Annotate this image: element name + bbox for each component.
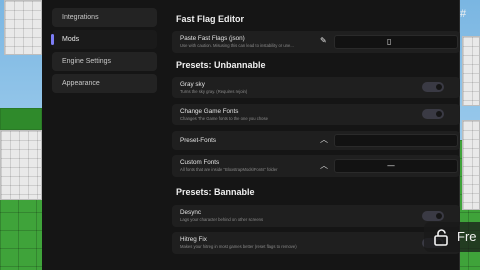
desync-row: Desync Lags your character behind on oth… (172, 205, 460, 227)
overlay-hash-label: # (460, 8, 467, 20)
sidebar-item-mods[interactable]: Mods (51, 30, 157, 49)
row-description: Makes your hitreg in most games better (… (180, 244, 297, 249)
game-block (0, 108, 42, 130)
game-block (462, 120, 480, 210)
active-indicator (51, 34, 54, 45)
custom-fonts-value: — (387, 161, 395, 170)
row-title: Desync (180, 209, 201, 216)
row-description: Turns the sky gray. (Requires rejoin) (180, 89, 248, 94)
section-title-bannable: Presets: Bannable (176, 187, 255, 197)
row-title: Paste Fast Flags (json) (180, 35, 245, 42)
lock-icon (434, 229, 448, 246)
change-game-fonts-row: Change Game Fonts Changes The Game fonts… (172, 104, 460, 125)
row-description: All fonts that are inside "BloxstrapMods… (180, 167, 278, 172)
page-title: Fast Flag Editor (176, 14, 245, 24)
preset-fonts-row: Preset-Fonts ︿ (172, 131, 460, 150)
game-block (0, 130, 42, 200)
paste-flags-input[interactable]: ▯ (334, 35, 458, 49)
row-title: Change Game Fonts (180, 108, 239, 115)
sidebar-item-integrations[interactable]: Integrations (52, 8, 157, 27)
preset-fonts-dropdown[interactable] (334, 134, 458, 147)
custom-fonts-row: Custom Fonts All fonts that are inside "… (172, 155, 460, 177)
game-block (462, 36, 480, 106)
game-block (4, 0, 42, 55)
mods-content: Fast Flag Editor Paste Fast Flags (json)… (172, 0, 460, 270)
sidebar-item-label: Mods (62, 36, 80, 43)
gray-sky-row: Gray sky Turns the sky gray. (Requires r… (172, 77, 460, 98)
chevron-up-icon[interactable]: ︿ (320, 162, 328, 170)
free-button[interactable]: Fre (424, 222, 480, 252)
sidebar-item-label: Engine Settings (62, 58, 112, 65)
paste-flags-row: Paste Fast Flags (json) Use with caution… (172, 31, 460, 53)
sidebar-item-engine-settings[interactable]: Engine Settings (52, 52, 157, 71)
sidebar-item-label: Integrations (62, 14, 99, 21)
row-title: Gray sky (180, 81, 205, 88)
custom-fonts-dropdown[interactable]: — (334, 159, 458, 173)
hitreg-fix-row: Hitreg Fix Makes your hitreg in most gam… (172, 232, 460, 254)
pencil-icon[interactable]: ✎ (320, 36, 327, 45)
row-title: Hitreg Fix (180, 236, 207, 243)
chevron-up-icon[interactable]: ︿ (320, 136, 328, 144)
change-game-fonts-toggle[interactable] (422, 109, 444, 119)
row-title: Custom Fonts (180, 159, 220, 166)
sidebar-item-label: Appearance (62, 80, 100, 87)
gray-sky-toggle[interactable] (422, 82, 444, 92)
row-description: Use with caution. Misusing this can lead… (180, 43, 294, 48)
settings-panel: Integrations Mods Engine Settings Appear… (42, 0, 460, 270)
clipboard-icon[interactable]: ▯ (387, 37, 391, 46)
section-title-unbannable: Presets: Unbannable (176, 60, 266, 70)
sidebar-item-appearance[interactable]: Appearance (52, 74, 157, 93)
free-button-label: Fre (457, 229, 477, 244)
row-description: Changes The Game fonts to the one you ch… (180, 116, 268, 121)
desync-toggle[interactable] (422, 211, 444, 221)
row-title: Preset-Fonts (180, 137, 217, 144)
row-description: Lags your character behind on other scre… (180, 217, 264, 222)
sidebar: Integrations Mods Engine Settings Appear… (42, 8, 160, 96)
